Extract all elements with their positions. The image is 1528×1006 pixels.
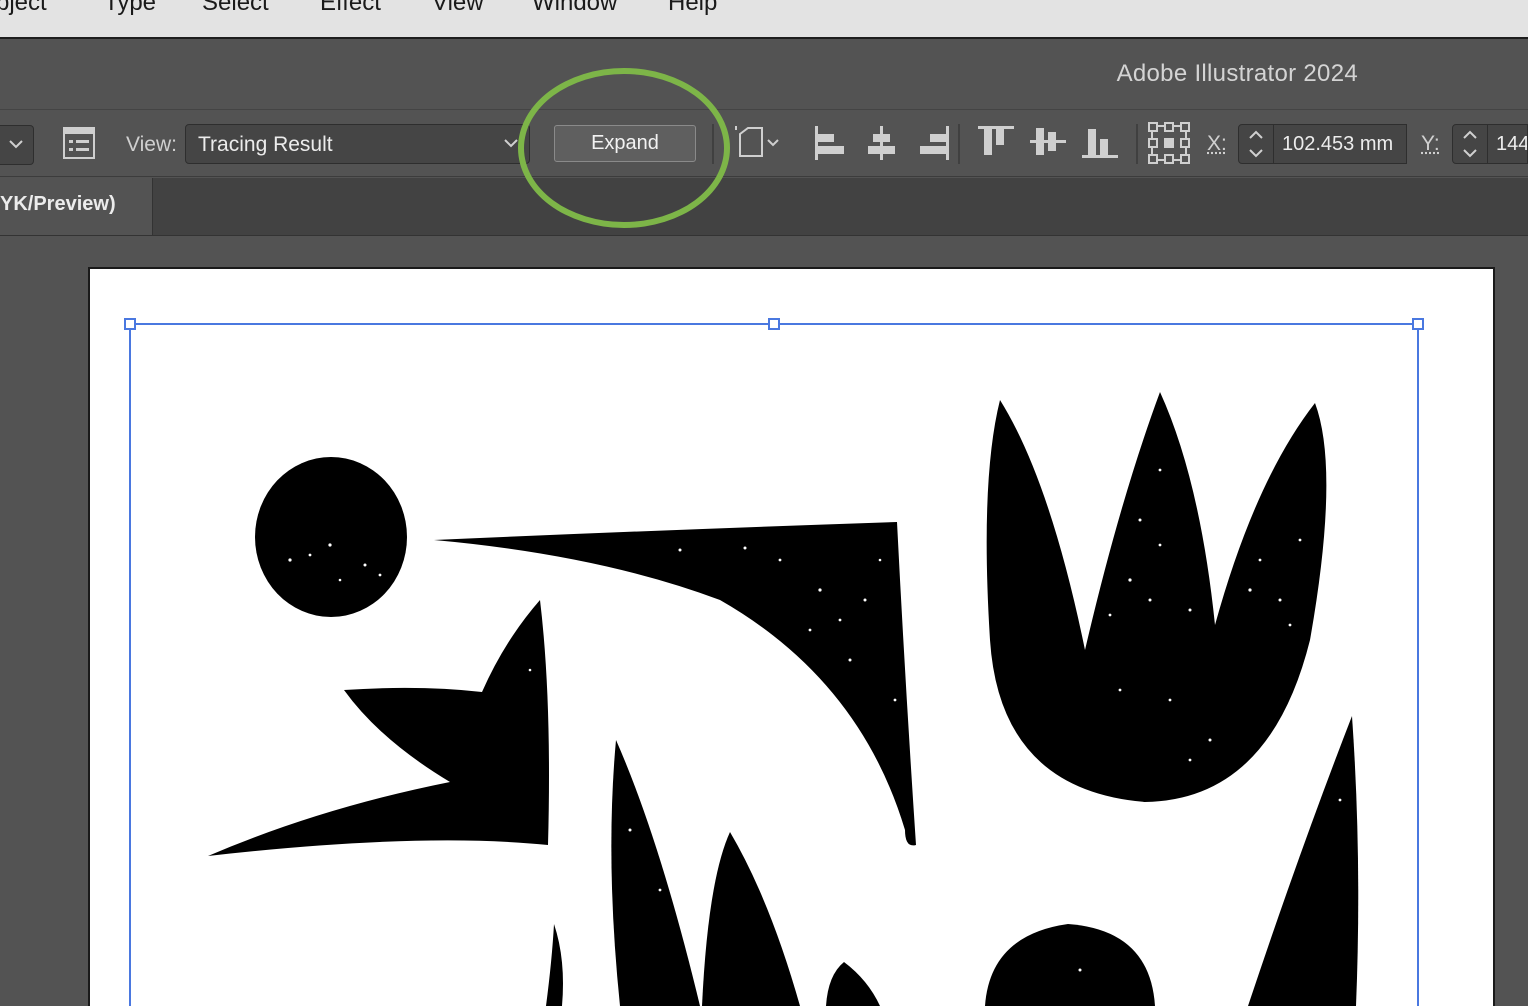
control-bar: View: Tracing Result Expand X: 102.453 m… [0,109,1528,177]
view-select[interactable]: Tracing Result [185,124,530,164]
align-top-icon[interactable] [976,122,1016,162]
x-stepper[interactable] [1238,124,1274,164]
reference-point-icon[interactable] [1148,122,1190,164]
chevron-down-icon [8,136,24,152]
menu-object[interactable]: bject [0,0,47,17]
menu-type[interactable]: Type [104,0,156,17]
x-label: X: [1207,132,1227,156]
selection-handle[interactable] [769,319,779,329]
document-tab-bar: YK/Preview) [0,178,1528,236]
highlight-ring-annotation [518,68,730,228]
align-horizontal-center-icon[interactable] [864,122,900,162]
document-tab[interactable]: YK/Preview) [0,178,153,235]
canvas-area[interactable] [0,236,1528,1006]
y-position-input[interactable]: 144 [1488,124,1528,164]
stepper-arrows-icon [1239,125,1273,163]
properties-panel-icon[interactable] [62,126,96,160]
separator [958,124,960,164]
menu-view[interactable]: View [432,0,484,17]
menu-select[interactable]: Select [202,0,269,17]
align-vertical-center-icon[interactable] [1028,122,1068,162]
title-bar: Adobe Illustrator 2024 [0,39,1528,109]
chevron-down-icon [503,135,519,151]
menu-window[interactable]: Window [532,0,617,17]
stepper-arrows-icon [1453,125,1487,163]
preset-dropdown[interactable] [0,125,34,165]
y-stepper[interactable] [1452,124,1488,164]
selection-bounding-box[interactable] [0,236,1528,1006]
view-select-value: Tracing Result [198,133,333,157]
document-tab-label: YK/Preview) [0,193,116,216]
align-right-icon[interactable] [916,122,952,162]
view-label: View: [126,133,177,157]
menu-bar: bject Type Select Effect View Window Hel… [0,0,1528,39]
selection-handle[interactable] [125,319,135,329]
document-setup-icon[interactable] [732,124,782,162]
menu-help[interactable]: Help [668,0,717,17]
menu-effect[interactable]: Effect [320,0,381,17]
y-label: Y: [1421,132,1440,156]
app-title: Adobe Illustrator 2024 [1117,60,1358,88]
separator [1136,124,1138,164]
align-left-icon[interactable] [812,122,848,162]
align-bottom-icon[interactable] [1080,122,1120,162]
selection-handle[interactable] [1413,319,1423,329]
x-position-input[interactable]: 102.453 mm [1274,124,1407,164]
